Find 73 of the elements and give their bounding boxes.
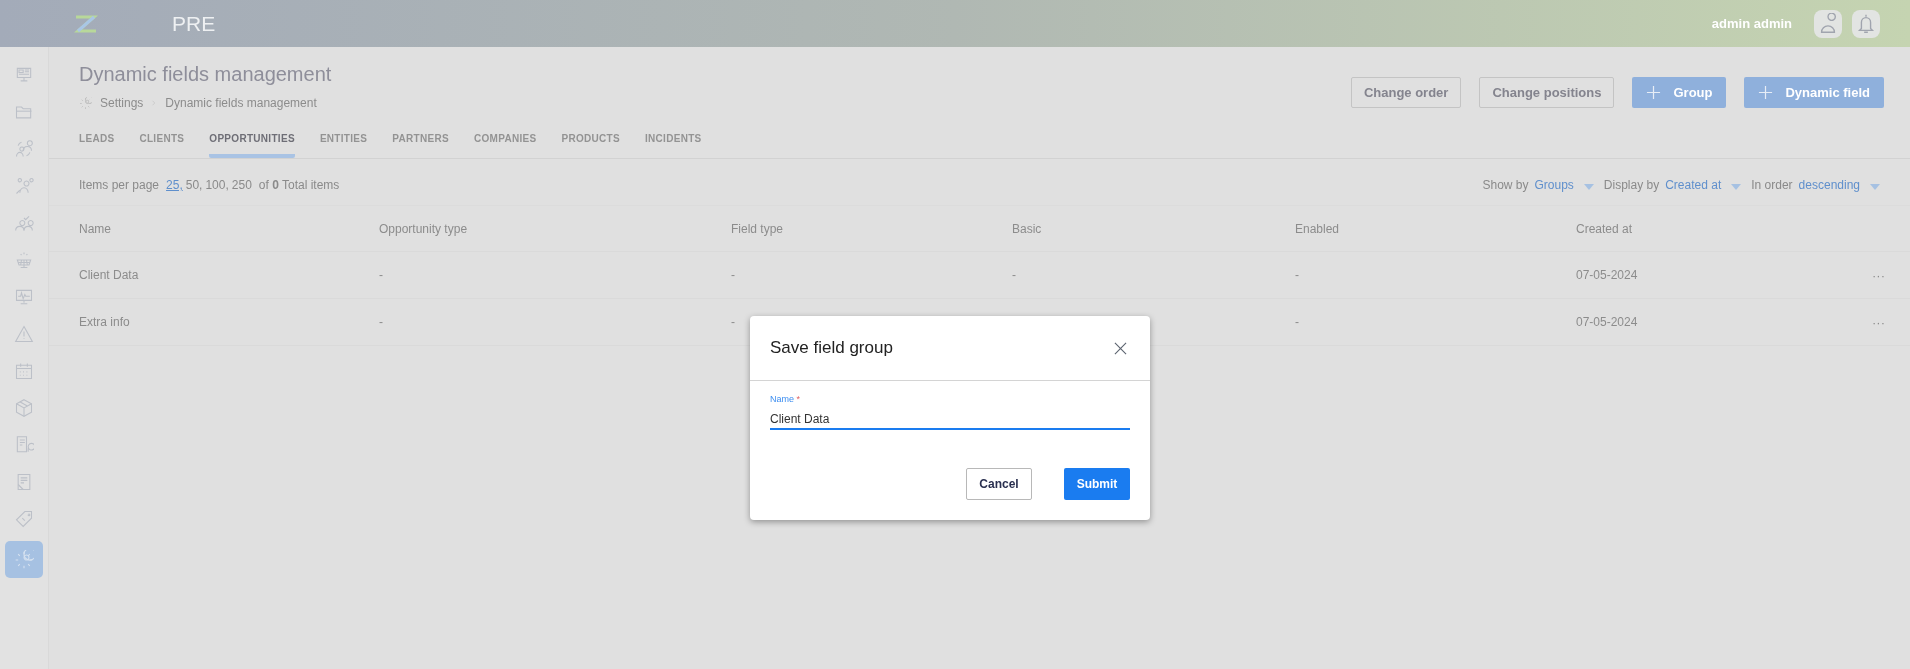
table-cell-text: - xyxy=(731,315,736,329)
page-title: Dynamic fields management xyxy=(79,63,332,86)
field-label: Name * xyxy=(770,394,802,404)
plus-icon xyxy=(1758,85,1774,100)
filter-dropdown[interactable]: Groups xyxy=(1534,178,1594,192)
column-header: Name xyxy=(79,221,112,236)
tab[interactable]: COMPANIES xyxy=(473,129,537,158)
sidebar-item[interactable] xyxy=(5,541,43,578)
table-cell-text: - xyxy=(1012,268,1017,282)
table-cell-text: - xyxy=(1295,268,1300,282)
logo-icon xyxy=(74,14,98,33)
tab[interactable]: PRODUCTS xyxy=(561,129,620,158)
name-input-field[interactable]: Client Data xyxy=(770,404,1130,430)
submit-button[interactable]: Submit xyxy=(1064,468,1130,500)
tab[interactable]: ENTITIES xyxy=(319,129,368,158)
breadcrumb-link[interactable]: Settings xyxy=(100,96,144,110)
caret-icon xyxy=(1870,183,1880,190)
page-size-option[interactable]: 100, xyxy=(205,178,229,192)
tab[interactable]: LEADS xyxy=(79,129,115,158)
table-cell-text: - xyxy=(379,268,384,282)
filter-dropdown[interactable]: descending xyxy=(1798,178,1880,192)
table-cell-text: Extra info xyxy=(79,315,131,329)
table-cell-text: - xyxy=(379,315,384,329)
table-cell-text: 07-05-2024 xyxy=(1576,315,1639,329)
add-button[interactable]: Dynamic field xyxy=(1744,77,1884,108)
column-header: Created at xyxy=(1576,221,1634,236)
app-label: PRE xyxy=(172,11,216,36)
page-size-option[interactable]: 250 xyxy=(231,178,252,192)
users-search-icon xyxy=(14,176,34,196)
caret-icon xyxy=(1731,183,1742,190)
filter-label: Show by xyxy=(1482,178,1529,192)
column-header: Field type xyxy=(731,221,785,236)
solar-panel-icon xyxy=(14,250,34,270)
action-button[interactable]: Change order xyxy=(1350,77,1462,108)
plus-icon xyxy=(1646,85,1662,100)
notifications-button[interactable] xyxy=(1852,9,1880,38)
table-cell-text: - xyxy=(1295,315,1300,329)
breadcrumb-current: Dynamic fields management xyxy=(165,96,317,110)
row-menu-button[interactable]: ··· xyxy=(1872,267,1885,283)
table-cell-text: 07-05-2024 xyxy=(1576,268,1639,282)
invoice-icon xyxy=(14,435,34,455)
filter-label: In order xyxy=(1751,178,1793,192)
items-per-page-label: Items per page xyxy=(79,178,160,192)
action-button[interactable]: Change positions xyxy=(1479,77,1615,108)
table-cell-text: - xyxy=(731,268,736,282)
page-size-option[interactable]: 25, xyxy=(166,178,183,192)
row-menu-button[interactable]: ··· xyxy=(1872,314,1885,330)
tab[interactable]: INCIDENTS xyxy=(645,129,702,158)
box-icon xyxy=(14,398,34,418)
tab[interactable]: PARTNERS xyxy=(392,129,449,158)
table-cell-text: Client Data xyxy=(79,268,140,282)
column-header: Basic xyxy=(1012,221,1043,236)
add-button[interactable]: Group xyxy=(1632,77,1727,108)
users-check-icon xyxy=(14,213,34,233)
user-name[interactable]: admin admin xyxy=(1711,16,1792,31)
calendar-icon xyxy=(14,361,34,381)
cancel-button[interactable]: Cancel xyxy=(966,468,1032,500)
monitor-chart-icon xyxy=(14,287,34,307)
caret-icon xyxy=(1583,183,1594,190)
page-size-option[interactable]: 50, xyxy=(185,178,203,192)
users-icon xyxy=(14,139,34,159)
filter-label: Display by xyxy=(1603,178,1660,192)
dialog-title: Save field group xyxy=(770,338,893,358)
close-icon xyxy=(1113,341,1127,355)
tab[interactable]: OPPORTUNITIES xyxy=(209,129,295,158)
total-items: of 0 Total items xyxy=(258,178,340,192)
column-header: Opportunity type xyxy=(379,221,469,236)
tag-icon xyxy=(14,509,34,529)
tab[interactable]: CLIENTS xyxy=(139,129,185,158)
user-button[interactable] xyxy=(1814,9,1842,38)
filter-dropdown[interactable]: Created at xyxy=(1665,178,1742,192)
warning-icon xyxy=(14,324,34,344)
column-header: Enabled xyxy=(1295,221,1341,236)
